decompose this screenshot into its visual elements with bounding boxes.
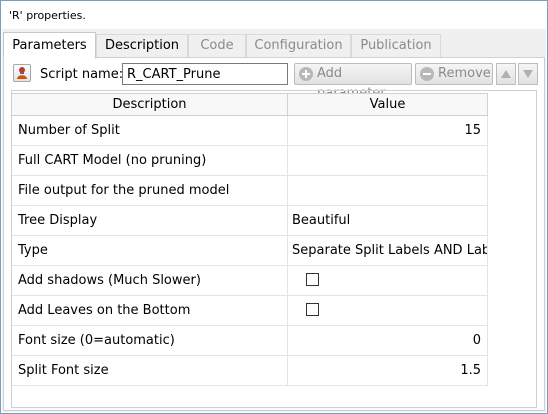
column-header-value[interactable]: Value bbox=[288, 94, 488, 116]
parameter-value bbox=[288, 296, 488, 326]
add-leaves-bottom-checkbox[interactable] bbox=[306, 303, 319, 316]
parameter-value bbox=[288, 266, 488, 296]
remove-button[interactable]: Remove bbox=[415, 63, 493, 85]
tab-description[interactable]: Description bbox=[96, 34, 188, 57]
parameter-value[interactable]: 0 bbox=[288, 326, 488, 356]
parameter-description: Tree Display bbox=[12, 206, 288, 236]
parameter-description: Split Font size bbox=[12, 356, 288, 386]
table-row[interactable]: Add Leaves on the Bottom bbox=[12, 296, 488, 326]
properties-window: 'R' properties. Parameters Description C… bbox=[0, 0, 548, 414]
arrow-up-icon bbox=[501, 70, 511, 78]
properties-panel: Parameters Description Code Configuratio… bbox=[2, 29, 546, 412]
parameter-description: Number of Split bbox=[12, 116, 288, 146]
tab-parameters[interactable]: Parameters bbox=[3, 32, 96, 59]
parameter-value[interactable] bbox=[288, 146, 488, 176]
parameter-value[interactable] bbox=[288, 176, 488, 206]
parameter-description: Full CART Model (no pruning) bbox=[12, 146, 288, 176]
add-parameter-button[interactable]: Add parameter bbox=[294, 63, 412, 101]
parameters-toolbar: Script name: Add parameter Remove bbox=[4, 58, 544, 101]
parameter-value[interactable]: Beautiful bbox=[288, 206, 488, 236]
remove-label: Remove bbox=[438, 66, 491, 81]
move-down-button[interactable] bbox=[518, 63, 538, 85]
table-row[interactable]: Number of Split 15 bbox=[12, 116, 488, 146]
move-up-button[interactable] bbox=[496, 63, 516, 85]
table-row[interactable]: Add shadows (Much Slower) bbox=[12, 266, 488, 296]
table-header: Description Value bbox=[12, 94, 488, 116]
tab-configuration[interactable]: Configuration bbox=[246, 34, 351, 57]
parameters-tab-content: Script name: Add parameter Remove bbox=[3, 57, 545, 411]
arrow-down-icon bbox=[523, 70, 533, 78]
parameter-description: Type bbox=[12, 236, 288, 266]
table-row[interactable]: Font size (0=automatic) 0 bbox=[12, 326, 488, 356]
add-shadows-checkbox[interactable] bbox=[306, 273, 319, 286]
parameter-value[interactable]: 1.5 bbox=[288, 356, 488, 386]
parameter-value[interactable]: Separate Split Labels AND Lab... bbox=[288, 236, 488, 266]
table-row[interactable]: Full CART Model (no pruning) bbox=[12, 146, 488, 176]
parameter-value[interactable]: 15 bbox=[288, 116, 488, 146]
table-row[interactable]: Type Separate Split Labels AND Lab... bbox=[12, 236, 488, 266]
tab-publication[interactable]: Publication bbox=[351, 34, 441, 57]
script-name-input[interactable] bbox=[122, 63, 288, 85]
parameter-description: File output for the pruned model bbox=[12, 176, 288, 206]
table-row[interactable]: Split Font size 1.5 bbox=[12, 356, 488, 386]
parameters-table: Description Value Number of Split 15 Ful… bbox=[11, 93, 488, 386]
table-row[interactable]: Tree Display Beautiful bbox=[12, 206, 488, 236]
minus-circle-icon bbox=[420, 67, 434, 81]
table-row[interactable]: File output for the pruned model bbox=[12, 176, 488, 206]
script-icon[interactable] bbox=[13, 64, 31, 82]
parameter-description: Add shadows (Much Slower) bbox=[12, 266, 288, 296]
plus-circle-icon bbox=[299, 67, 313, 81]
window-title: 'R' properties. bbox=[9, 9, 86, 22]
parameter-description: Font size (0=automatic) bbox=[12, 326, 288, 356]
tab-code[interactable]: Code bbox=[188, 34, 246, 57]
column-header-description[interactable]: Description bbox=[12, 94, 288, 116]
parameter-description: Add Leaves on the Bottom bbox=[12, 296, 288, 326]
script-name-label: Script name: bbox=[40, 67, 124, 82]
title-bar[interactable]: 'R' properties. bbox=[1, 1, 547, 29]
tab-bar: Parameters Description Code Configuratio… bbox=[3, 32, 443, 59]
